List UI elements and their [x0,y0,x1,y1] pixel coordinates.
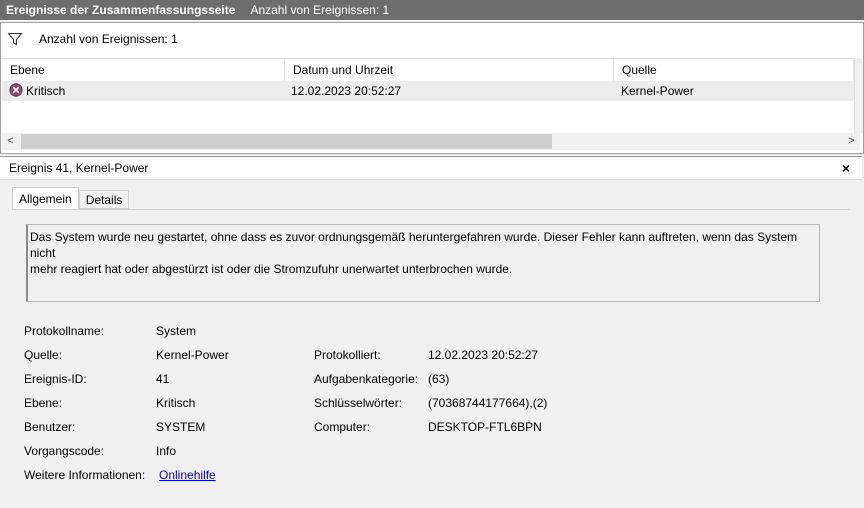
label-quelle: Quelle: [24,348,63,362]
label-protokolliert: Protokolliert: [314,348,381,362]
event-count-title: Anzahl von Ereignissen: 1 [250,3,390,17]
filter-row: Anzahl von Ereignissen: 1 [1,23,863,55]
value-protokolliert: 12.02.2023 20:52:27 [428,348,539,362]
tab-allgemein[interactable]: Allgemein [12,187,79,210]
vertical-scrollbar[interactable] [854,58,863,133]
detail-tabs: Allgemein Details [12,187,130,210]
scroll-left-icon[interactable]: < [2,133,19,150]
row-source: Kernel-Power [621,84,694,98]
column-header-datetime[interactable]: Datum und Uhrzeit [285,59,614,81]
event-header-title: Ereignis 41, Kernel-Power [9,161,149,175]
value-computer: DESKTOP-FTL6BPN [428,420,542,434]
event-header: Ereignis 41, Kernel-Power × [0,157,862,180]
description-line-1: Das System wurde neu gestartet, ohne das… [30,230,798,260]
value-protokollname: System [156,324,197,338]
close-icon[interactable]: × [842,157,850,179]
column-header-level[interactable]: Ebene [2,59,285,81]
label-protokollname: Protokollname: [24,324,105,338]
label-vorgangscode: Vorgangscode: [24,444,105,458]
row-level: Kritisch [26,84,66,98]
value-ereignis-id: 41 [156,372,170,386]
online-help-link[interactable]: Onlinehilfe [159,467,216,483]
row-datetime: 12.02.2023 20:52:27 [291,84,402,98]
label-benutzer: Benutzer: [24,420,76,434]
label-aufgabenkategorie: Aufgabenkategorie: [314,372,419,386]
window-title: Ereignisse der Zusammenfassungsseite [6,3,236,17]
table-row[interactable]: Kritisch 12.02.2023 20:52:27 Kernel-Powe… [2,81,854,101]
filter-icon[interactable] [7,31,23,47]
value-vorgangscode: Info [156,444,177,458]
value-aufgabenkategorie: (63) [428,372,450,386]
label-schluesselwoerter: Schlüsselwörter: [314,396,403,410]
filter-count-label: Anzahl von Ereignissen: 1 [39,32,178,46]
tab-details[interactable]: Details [78,190,130,209]
column-header-source[interactable]: Quelle [614,59,854,81]
event-description: Das System wurde neu gestartet, ohne das… [26,224,820,302]
tab-content-general: Das System wurde neu gestartet, ohne das… [12,209,850,508]
event-detail-panel: Ereignis 41, Kernel-Power × Allgemein De… [0,156,862,508]
value-benutzer: SYSTEM [156,420,206,434]
value-quelle: Kernel-Power [156,348,229,362]
scroll-thumb[interactable] [21,134,552,149]
critical-icon [9,83,23,97]
grid-header: Ebene Datum und Uhrzeit Quelle [2,58,854,82]
description-line-2: mehr reagiert hat oder abgestürzt ist od… [30,262,513,276]
value-schluesselwoerter: (70368744177664),(2) [428,396,548,410]
event-list-panel: Anzahl von Ereignissen: 1 Ebene Datum un… [0,22,864,154]
title-bar: Ereignisse der Zusammenfassungsseite Anz… [0,0,864,20]
scroll-right-icon[interactable]: > [843,133,860,150]
value-ebene: Kritisch [156,396,196,410]
label-computer: Computer: [314,420,371,434]
label-ereignis-id: Ereignis-ID: [24,372,87,386]
label-ebene: Ebene: [24,396,63,410]
label-weitere-informationen: Weitere Informationen: [24,468,146,482]
horizontal-scrollbar[interactable]: < > [2,133,860,150]
